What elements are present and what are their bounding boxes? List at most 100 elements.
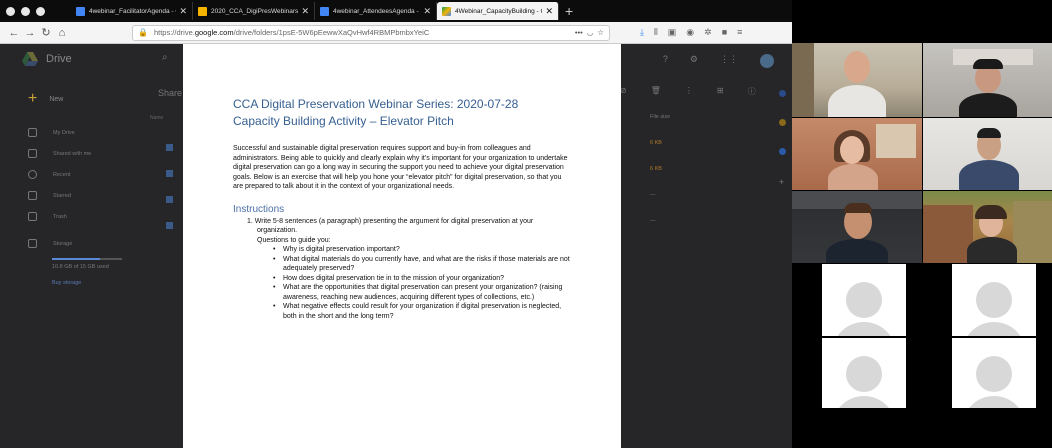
close-icon[interactable]: ✕ [423,6,431,17]
info-icon[interactable]: ⓘ [748,86,756,97]
search-icon[interactable]: ⌕ [162,52,168,63]
avatar[interactable] [760,54,774,68]
url-text: https://drive.google.com/drive/folders/1… [153,28,430,37]
forward-icon[interactable]: → [22,27,38,39]
page-actions-icon[interactable]: ••• [575,28,583,37]
user-placeholder-body [832,396,896,408]
user-placeholder-body [832,322,896,336]
file-size-header[interactable]: File size [650,114,670,120]
address-bar[interactable]: 🔒 https://drive.google.com/drive/folders… [132,24,610,41]
participant-video[interactable] [792,43,922,117]
tab-4-active[interactable]: 4Webinar_CapacityBuilding - G ✕ [437,2,559,20]
buy-storage-link[interactable]: Buy storage [0,280,150,286]
help-icon[interactable]: ? [663,54,668,68]
list-item: What negative effects could result for y… [233,302,573,321]
screen: 4webinar_FacilitatorAgenda - G ✕ 2020_CC… [0,0,1052,448]
participant-avatar[interactable] [822,338,906,408]
pocket-icon[interactable]: ◡ [587,28,594,37]
tab-2[interactable]: 2020_CCA_DigiPresWebinars_S ✕ [193,2,315,20]
tab-title: 2020_CCA_DigiPresWebinars_S [211,7,299,15]
doc-icon [166,144,173,151]
keep-icon[interactable] [779,119,786,126]
maximize-window-button[interactable] [36,6,45,16]
drive-icon [442,6,451,16]
participant-avatar[interactable] [952,264,1036,336]
tab-1[interactable]: 4webinar_FacilitatorAgenda - G ✕ [71,2,193,20]
tab-3[interactable]: 4webinar_AttendeesAgenda - G ✕ [315,2,437,20]
trash-icon [28,212,37,221]
user-placeholder-body [962,322,1026,336]
trash-icon[interactable]: 🗑 [651,86,661,97]
document-subtitle: Capacity Building Activity – Elevator Pi… [233,114,454,128]
nav-label: My Drive [53,129,75,136]
more-icon[interactable]: ⋮ [685,86,693,97]
participant-video[interactable] [923,43,1052,117]
library-icon[interactable]: ⫴ [654,27,658,38]
download-icon[interactable]: ⤓ [640,27,644,38]
doc-icon [166,196,173,203]
participant-avatar[interactable] [822,264,906,336]
user-placeholder-icon [846,356,882,392]
name-column-header[interactable]: Name [150,115,163,121]
slides-icon [198,6,207,16]
participant-avatar[interactable] [952,338,1036,408]
sidebar-icon[interactable]: ▣ [668,27,677,38]
close-icon[interactable]: ✕ [179,6,187,17]
nav-label: Storage [53,240,73,247]
grid-view-icon[interactable]: ⊞ [717,86,724,97]
sidebar-item-storage[interactable]: Storage [0,233,150,254]
home-icon[interactable]: ⌂ [54,27,70,39]
add-icon[interactable]: + [779,177,786,187]
toolbar-icons: ⤓ ⫴ ▣ ◉ ✲ ■ ≡ [640,27,742,38]
guide-label: Questions to guide you: [257,236,331,244]
sidebar-item-trash[interactable]: Trash [0,206,150,227]
close-icon[interactable]: ✕ [301,6,309,17]
participant-video[interactable] [792,191,922,263]
sidebar-item-shared[interactable]: Shared with me [0,143,150,164]
list-item: What digital materials do you currently … [233,255,573,274]
bookmark-star-icon[interactable]: ☆ [597,28,604,37]
list-item: What are the opportunities that digital … [233,283,573,302]
storage-icon [28,239,37,248]
drive-logo-icon [22,52,38,66]
back-icon[interactable]: ← [6,27,22,39]
user-placeholder-body [962,396,1026,408]
document-body: CCA Digital Preservation Webinar Series:… [233,96,573,321]
close-icon[interactable]: ✕ [545,6,553,17]
extension-icon[interactable]: ✲ [704,27,712,38]
close-window-button[interactable] [6,6,15,16]
sidebar-item-my-drive[interactable]: My Drive [0,122,150,143]
people-icon [28,149,37,158]
participant-video[interactable] [923,118,1052,190]
new-label: New [49,95,64,103]
participant-video[interactable] [792,118,922,190]
document-title: CCA Digital Preservation Webinar Series:… [233,97,519,111]
account-icon[interactable]: ◉ [686,27,694,38]
extension-icon[interactable]: ■ [722,27,727,38]
new-button[interactable]: + New [28,90,63,108]
settings-icon[interactable]: ⚙ [690,54,698,68]
participant-video[interactable] [923,191,1052,263]
file-icons [166,144,173,248]
nav-label: Shared with me [53,150,92,157]
video-gallery [792,0,1052,448]
new-tab-button[interactable]: + [565,3,573,19]
sidebar-item-recent[interactable]: Recent [0,164,150,185]
instructions-list: 1. Write 5-8 sentences (a paragraph) pre… [233,217,573,322]
reload-icon[interactable]: ↻ [38,26,54,39]
docs-icon [76,6,85,16]
shared-heading: Share [158,88,183,98]
drive-sidebar: My Drive Shared with me Recent Starred T… [0,122,150,286]
sidebar-item-starred[interactable]: Starred [0,185,150,206]
tab-title: 4webinar_FacilitatorAgenda - G [89,7,177,15]
menu-icon[interactable]: ≡ [737,27,742,38]
side-panel: + [779,90,786,187]
tab-bar: 4webinar_FacilitatorAgenda - G ✕ 2020_CC… [0,0,792,22]
tasks-icon[interactable] [779,148,786,155]
folder-icon [28,128,37,137]
apps-icon[interactable]: ⋮⋮ [720,54,738,68]
link-icon[interactable]: ⊘ [620,86,627,97]
calendar-icon[interactable] [779,90,786,97]
minimize-window-button[interactable] [21,6,30,16]
user-placeholder-icon [976,282,1012,318]
